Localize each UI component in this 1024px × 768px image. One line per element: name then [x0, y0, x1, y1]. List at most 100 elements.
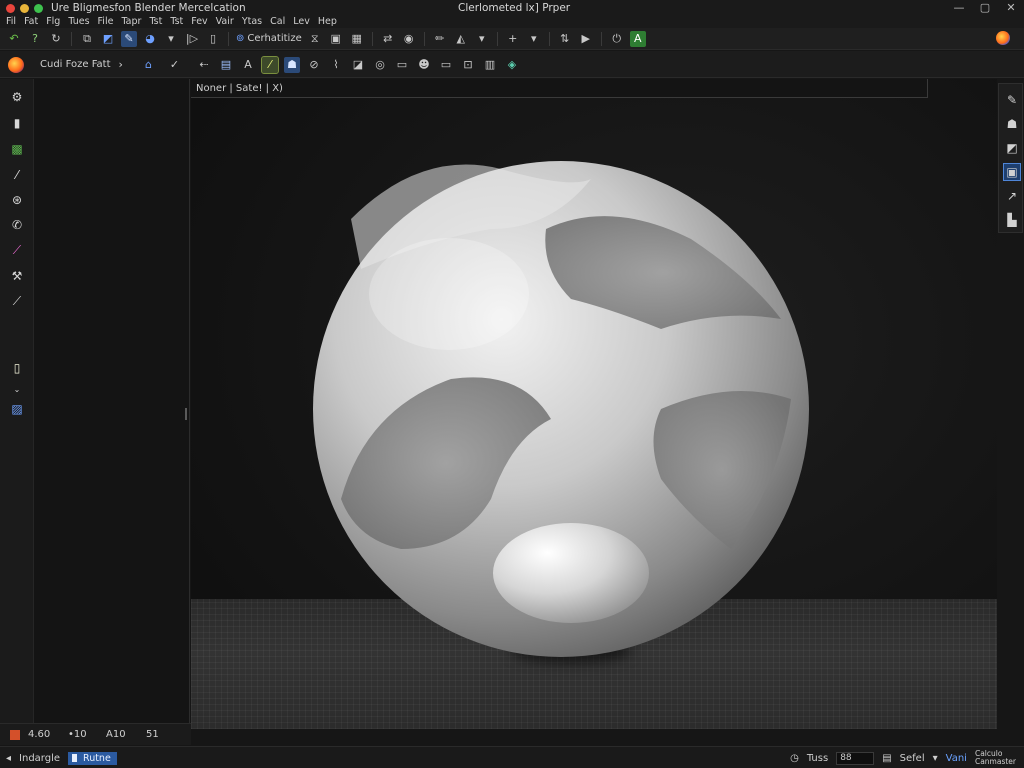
- customize-button[interactable]: ⊚ Cerhatitize: [236, 33, 302, 44]
- menu-item[interactable]: Vair: [216, 16, 234, 28]
- menu-item[interactable]: Fev: [191, 16, 207, 28]
- arrows-icon[interactable]: ⇄: [380, 31, 396, 47]
- gauge-icon[interactable]: ⊛: [9, 192, 25, 208]
- menu-item[interactable]: Cal: [270, 16, 285, 28]
- layer-icon[interactable]: ▭: [394, 57, 410, 73]
- menu-item[interactable]: Tst: [149, 16, 162, 28]
- pen-tool-icon[interactable]: ✎: [121, 30, 137, 47]
- menu-item[interactable]: Fil: [6, 16, 16, 28]
- menu-item[interactable]: File: [98, 16, 114, 28]
- pencil-icon[interactable]: ✏: [432, 31, 448, 47]
- shape-icon[interactable]: ◩: [100, 31, 116, 47]
- back-arrow-icon[interactable]: ◂: [6, 753, 11, 764]
- frame-icon[interactable]: ▣: [1003, 163, 1021, 181]
- back-arrow-icon[interactable]: ⇠: [196, 57, 212, 73]
- menu-item[interactable]: Ytas: [242, 16, 262, 28]
- timeline-cell[interactable]: A10: [106, 729, 146, 740]
- brush-tool-icon[interactable]: ⁄: [261, 55, 279, 74]
- page-icon[interactable]: ▮: [9, 115, 25, 131]
- menu-item[interactable]: Flg: [46, 16, 60, 28]
- lock-icon[interactable]: ⊡: [460, 57, 476, 73]
- sort-icon[interactable]: ⇅: [557, 31, 573, 47]
- minimize-dot-icon[interactable]: [20, 3, 29, 13]
- bucket-icon[interactable]: ▣: [328, 31, 344, 47]
- status-link[interactable]: Vani: [946, 753, 967, 764]
- menu-item[interactable]: Hep: [318, 16, 337, 28]
- help-icon[interactable]: ?: [27, 31, 43, 47]
- eraser-icon[interactable]: ◪: [350, 57, 366, 73]
- check-icon[interactable]: ✓: [170, 58, 179, 71]
- fill-icon[interactable]: ◭: [453, 31, 469, 47]
- font-icon[interactable]: A: [240, 57, 256, 73]
- brush-icon[interactable]: ⁄: [9, 167, 25, 183]
- timeline-cell[interactable]: 51: [146, 729, 176, 740]
- mode-button[interactable]: Rutne: [68, 751, 117, 765]
- bucket-icon[interactable]: ▙: [1004, 212, 1020, 228]
- menu-item[interactable]: Fat: [24, 16, 38, 28]
- mask-icon[interactable]: ◈: [504, 57, 520, 73]
- doc-icon[interactable]: ▯: [205, 31, 221, 47]
- home-icon[interactable]: ⌂: [145, 58, 152, 71]
- paint-tube-icon[interactable]: ⟋: [9, 242, 25, 258]
- dropdown-icon[interactable]: ▾: [933, 753, 938, 764]
- text-tool-icon[interactable]: A: [629, 30, 646, 47]
- maximize-button[interactable]: ▢: [972, 0, 998, 16]
- maximize-dot-icon[interactable]: [34, 3, 43, 13]
- trash-icon[interactable]: ▥: [482, 57, 498, 73]
- eyedropper-icon[interactable]: ⟋: [9, 293, 25, 309]
- refresh-icon[interactable]: ↻: [48, 31, 64, 47]
- status-label-tuss: Tuss: [806, 752, 829, 764]
- minimize-button[interactable]: —: [946, 0, 972, 16]
- add-icon[interactable]: +: [505, 31, 521, 47]
- browser-logo-icon[interactable]: [8, 56, 24, 73]
- panel-resize-handle[interactable]: [185, 408, 187, 420]
- dropdown-icon[interactable]: ▾: [526, 31, 542, 47]
- person-tool-icon[interactable]: ☗: [284, 56, 300, 73]
- chevron-down-icon[interactable]: ⌄: [9, 381, 25, 397]
- record-indicator-icon[interactable]: [10, 729, 20, 740]
- timeline-cell[interactable]: •10: [68, 729, 106, 740]
- sculpted-sphere[interactable]: [191, 79, 997, 729]
- menu-item[interactable]: Tapr: [121, 16, 141, 28]
- eraser-icon[interactable]: ◩: [1004, 140, 1020, 156]
- people-icon[interactable]: ☻: [416, 57, 432, 73]
- menu-item[interactable]: Tues: [68, 16, 89, 28]
- close-dot-icon[interactable]: [6, 3, 15, 13]
- swatch-icon[interactable]: ▩: [9, 141, 25, 157]
- status-label-sefel[interactable]: Sefel: [900, 753, 925, 764]
- file-icon[interactable]: ▯: [9, 360, 25, 376]
- globe-icon[interactable]: ◕: [142, 31, 158, 47]
- dropdown-icon[interactable]: ▾: [474, 31, 490, 47]
- timeline-cell[interactable]: 4.60: [28, 729, 68, 740]
- customize-icon: ⊚: [236, 33, 245, 44]
- pencil-icon[interactable]: ✎: [1004, 92, 1020, 108]
- arrow-icon[interactable]: ↗: [1004, 188, 1020, 204]
- status-field[interactable]: 88: [836, 751, 875, 765]
- record-icon[interactable]: ◉: [401, 31, 417, 47]
- hammer-icon[interactable]: ⚒: [9, 268, 25, 284]
- menu-item[interactable]: Lev: [293, 16, 310, 28]
- dropdown-icon[interactable]: ▾: [163, 31, 179, 47]
- ring-icon[interactable]: ◎: [372, 57, 388, 73]
- smudge-icon[interactable]: ⌇: [328, 57, 344, 73]
- panel-arrow[interactable]: ›: [119, 58, 123, 71]
- phone-icon[interactable]: ✆: [9, 217, 25, 233]
- grid-icon[interactable]: ▦: [349, 31, 365, 47]
- window-icon[interactable]: ▭: [438, 57, 454, 73]
- power-icon[interactable]: ⏻: [609, 31, 625, 47]
- image-icon[interactable]: ▨: [9, 401, 25, 417]
- menu-item[interactable]: Tst: [170, 16, 183, 28]
- lasso-icon[interactable]: ⊘: [306, 57, 322, 73]
- copy-icon[interactable]: ⧉: [79, 31, 95, 47]
- play-icon[interactable]: ▶: [578, 31, 594, 47]
- pipe-icon[interactable]: |▷: [184, 31, 200, 47]
- person-icon[interactable]: ☗: [1004, 116, 1020, 132]
- hourglass-icon[interactable]: ⧖: [307, 31, 323, 47]
- save-icon[interactable]: ▤: [218, 57, 234, 73]
- 3d-viewport[interactable]: Noner | Sate! | X): [191, 79, 997, 729]
- undo-arrow-icon[interactable]: ↶: [6, 31, 22, 47]
- close-button[interactable]: ✕: [998, 0, 1024, 16]
- status-label: Indargle: [19, 752, 61, 764]
- browser-icon[interactable]: [996, 31, 1010, 45]
- gear-icon[interactable]: ⚙: [9, 89, 25, 105]
